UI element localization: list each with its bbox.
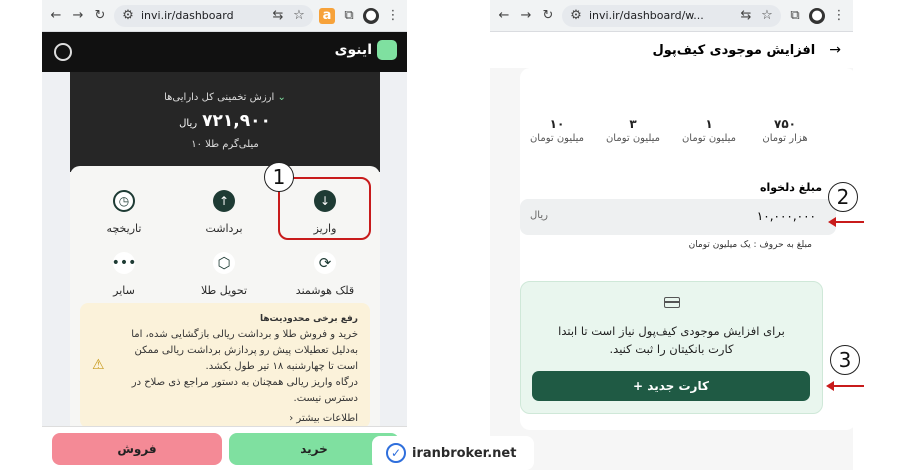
translate-icon[interactable]: ⇆ [270,8,286,24]
profile-avatar-icon[interactable]: ● [809,7,825,24]
sell-button[interactable]: فروش [52,433,222,465]
support-icon[interactable] [54,43,72,61]
page-title: افزایش موجودی کیف‌پول [652,42,816,58]
chevron-down-icon[interactable]: ⌄ [277,92,285,103]
annotation-1: 1 [264,162,294,192]
back-icon[interactable]: ← [48,8,64,24]
back-icon[interactable]: ← [496,8,512,24]
preset-750k-value: ۷۵۰ [774,117,796,131]
gold-amount: ۱۰ میلی‌گرم طلا [191,139,259,150]
preset-3m-value: ۳ [629,117,637,131]
notice-box: رفع برخی محدودیت‌ها خرید و فروش طلا و بر… [80,303,370,428]
annotation-2: 2 [828,182,858,212]
amount-input[interactable]: ریال ۱۰,۰۰۰,۰۰۰ [520,199,836,235]
chevron-left-icon: ‹ [289,413,294,424]
app-logo[interactable]: اینوی [335,40,397,60]
amazon-extension-icon[interactable]: a [319,7,335,24]
history-clock-icon: ◷ [113,190,135,212]
asset-unit: ریال [179,118,198,129]
amount-value: ۱۰,۰۰۰,۰۰۰ [756,209,816,223]
smart-piggy-label: قلک هوشمند [295,284,355,297]
app-header: اینوی [42,32,407,72]
preset-10m[interactable]: ۱۰ میلیون تومان [522,117,592,144]
more-dots-icon: ••• [112,252,136,274]
right-url: invi.ir/dashboard/w... [589,9,704,22]
translate-icon[interactable]: ⇆ [738,8,754,24]
logo-text: اینوی [334,42,372,58]
watermark: ✓ iranbroker.net [372,436,534,470]
right-address-bar[interactable]: ⚙ invi.ir/dashboard/w... ⇆ ☆ [562,4,781,27]
preset-3m[interactable]: ۳ میلیون تومان [598,117,668,144]
left-address-bar[interactable]: ⚙ invi.ir/dashboard ⇆ ☆ [114,4,313,27]
preset-1m[interactable]: ۱ میلیون تومان [674,117,744,144]
logo-icon [377,40,397,60]
forward-icon[interactable]: → [518,8,534,24]
notice-body: خرید و فروش طلا و برداشت ریالی بازگشایی … [92,327,358,407]
right-browser-toolbar: ← → ↻ ⚙ invi.ir/dashboard/w... ⇆ ☆ ⧉ ● ⋮ [490,0,853,32]
site-info-icon[interactable]: ⚙ [568,8,584,24]
notice-title: رفع برخی محدودیت‌ها [259,314,358,324]
reload-icon[interactable]: ↻ [540,8,556,24]
asset-label-text: ارزش تخمینی کل دارایی‌ها [164,92,275,103]
arrow-back-icon[interactable]: → [829,42,841,58]
preset-1m-unit: میلیون تومان [681,133,737,144]
new-card-button[interactable]: + کارت جدید [532,371,810,401]
amount-label: مبلغ دلخواه [760,181,822,194]
withdraw-label: برداشت [205,222,243,235]
gold-delivery-action[interactable]: ⬡ تحویل طلا [179,252,269,297]
amount-unit: ریال [530,210,548,221]
preset-750k-unit: هزار تومان [762,133,808,144]
history-label: تاریخچه [106,222,142,235]
arrow-to-amount [828,217,864,227]
other-label: سایر [113,284,135,297]
annotation-3: 3 [830,345,860,375]
history-action[interactable]: ◷ تاریخچه [79,190,169,235]
credit-card-icon [663,297,680,308]
bookmark-star-icon[interactable]: ☆ [759,8,775,24]
arrow-to-new-card [826,381,864,391]
iranbroker-logo-icon: ✓ [386,443,406,463]
add-card-message: برای افزایش موجودی کیف‌پول نیاز است تا ا… [558,324,785,356]
piggy-refresh-icon: ⟳ [314,252,336,274]
withdraw-action[interactable]: ↑ برداشت [179,190,269,235]
deposit-highlight [278,177,371,240]
profile-avatar-icon[interactable]: ● [363,7,379,24]
asset-value-row: ۷۲۱,۹۰۰ ریال [70,111,380,131]
reload-icon[interactable]: ↻ [92,8,108,24]
preset-1m-value: ۱ [705,117,713,131]
asset-value: ۷۲۱,۹۰۰ [202,111,271,131]
menu-icon[interactable]: ⋮ [831,8,847,24]
amount-in-words: مبلغ به حروف : یک میلیون تومان [688,240,812,250]
preset-10m-value: ۱۰ [549,117,565,131]
asset-summary: ارزش تخمینی کل دارایی‌ها ⌄ ۷۲۱,۹۰۰ ریال … [70,72,380,172]
other-action[interactable]: ••• سایر [79,252,169,297]
site-info-icon[interactable]: ⚙ [120,8,136,24]
forward-icon[interactable]: → [70,8,86,24]
preset-10m-unit: میلیون تومان [529,133,585,144]
more-info-text: اطلاعات بیشتر [296,413,358,424]
extensions-icon[interactable]: ⧉ [787,8,803,24]
smart-piggy-action[interactable]: ⟳ قلک هوشمند [280,252,370,297]
gold-delivery-label: تحویل طلا [200,284,248,297]
page-header: افزایش موجودی کیف‌پول → [490,32,853,68]
package-box-icon: ⬡ [213,252,235,274]
extensions-icon[interactable]: ⧉ [341,8,357,24]
asset-label: ارزش تخمینی کل دارایی‌ها ⌄ [70,92,380,103]
left-url: invi.ir/dashboard [141,9,234,22]
left-browser-toolbar: ← → ↻ ⚙ invi.ir/dashboard ⇆ ☆ a ⧉ ● ⋮ [42,0,407,32]
bookmark-star-icon[interactable]: ☆ [291,8,307,24]
more-info-link[interactable]: اطلاعات بیشتر ‹ [92,411,358,427]
watermark-text: iranbroker.net [412,445,517,461]
notice-text-2: درگاه واریز ریالی همچنان به دستور مراجع … [131,377,358,404]
notice-text-1: خرید و فروش طلا و برداشت ریالی بازگشایی … [131,329,358,372]
menu-icon[interactable]: ⋮ [385,8,401,24]
preset-750k[interactable]: ۷۵۰ هزار تومان [750,117,820,144]
warning-icon: ⚠ [92,357,105,373]
preset-3m-unit: میلیون تومان [605,133,661,144]
arrow-up-circle-icon: ↑ [213,190,235,212]
